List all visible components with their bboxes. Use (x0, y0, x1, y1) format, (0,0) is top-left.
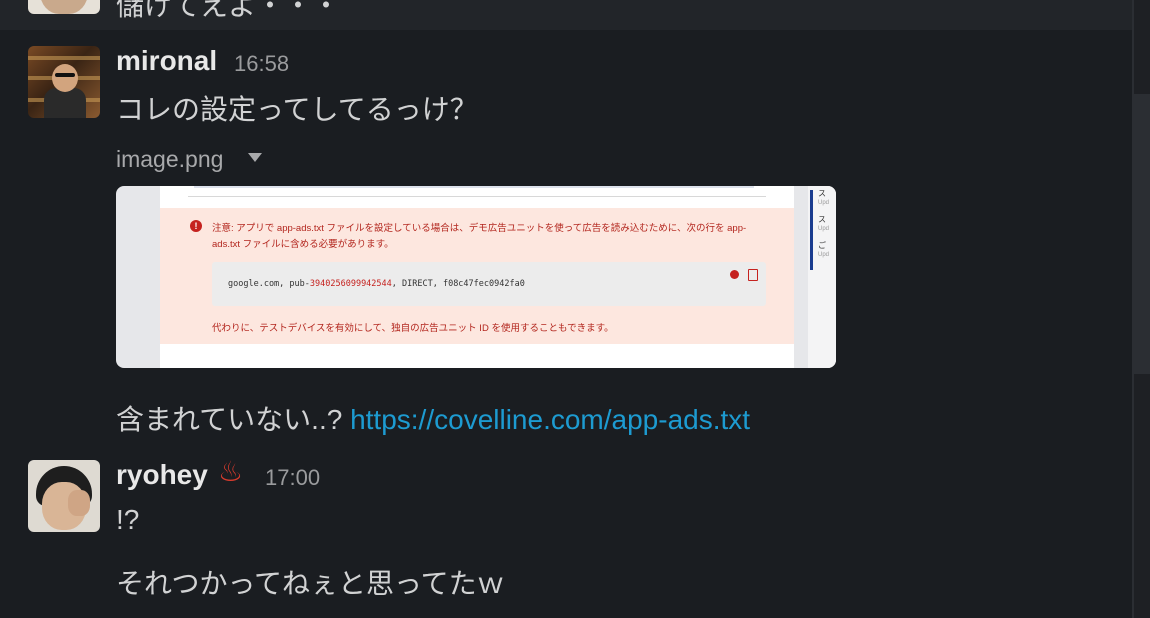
author-name[interactable]: mironal (116, 45, 217, 77)
message-text: !? (116, 504, 140, 535)
message-text: 含まれていない..? https://covelline.com/app-ads… (116, 404, 751, 435)
avatar[interactable] (28, 46, 100, 118)
image-attachment[interactable]: ! 注意: アプリで app-ads.txt ファイルを設定している場合は、デモ… (116, 186, 836, 368)
scrollbar-thumb[interactable] (1134, 94, 1150, 374)
message-text: 儲けてえよ・・・ (116, 0, 341, 21)
warning-icon: ! (190, 220, 202, 232)
message-text: コレの設定ってしてるっけ？ (116, 94, 478, 125)
timestamp[interactable]: 17:00 (265, 465, 320, 491)
dark-mode-icon (730, 270, 739, 279)
previous-message: 儲けてえよ・・・ (0, 0, 1132, 30)
avatar[interactable] (28, 460, 100, 532)
url-link[interactable]: https://covelline.com/app-ads.txt (350, 404, 750, 435)
timestamp[interactable]: 16:58 (234, 51, 289, 77)
copy-icon (748, 269, 758, 281)
note-text: ads.txt ファイルに含める必要があります。 (212, 239, 394, 250)
screenshot-sidebar: ス Upd ス Upd ご Upd (808, 186, 836, 368)
file-name[interactable]: image.png (116, 146, 223, 173)
author-name[interactable]: ryohey (116, 459, 208, 491)
code-text: google.com, pub-3940256099942544, DIRECT… (228, 279, 525, 289)
note-text: 代わりに、テストデバイスを有効にして、独自の広告ユニット ID を使用することも… (212, 323, 614, 334)
note-text: 注意: アプリで app-ads.txt ファイルを設定している場合は、デモ広告… (212, 223, 747, 234)
chevron-down-icon[interactable] (248, 153, 262, 162)
message-text: それつかってねぇと思ってたｗ (116, 568, 505, 599)
code-block: google.com, pub-3940256099942544, DIRECT… (212, 262, 766, 306)
avatar[interactable] (28, 0, 100, 14)
hot-springs-icon[interactable]: ♨ (218, 455, 243, 488)
